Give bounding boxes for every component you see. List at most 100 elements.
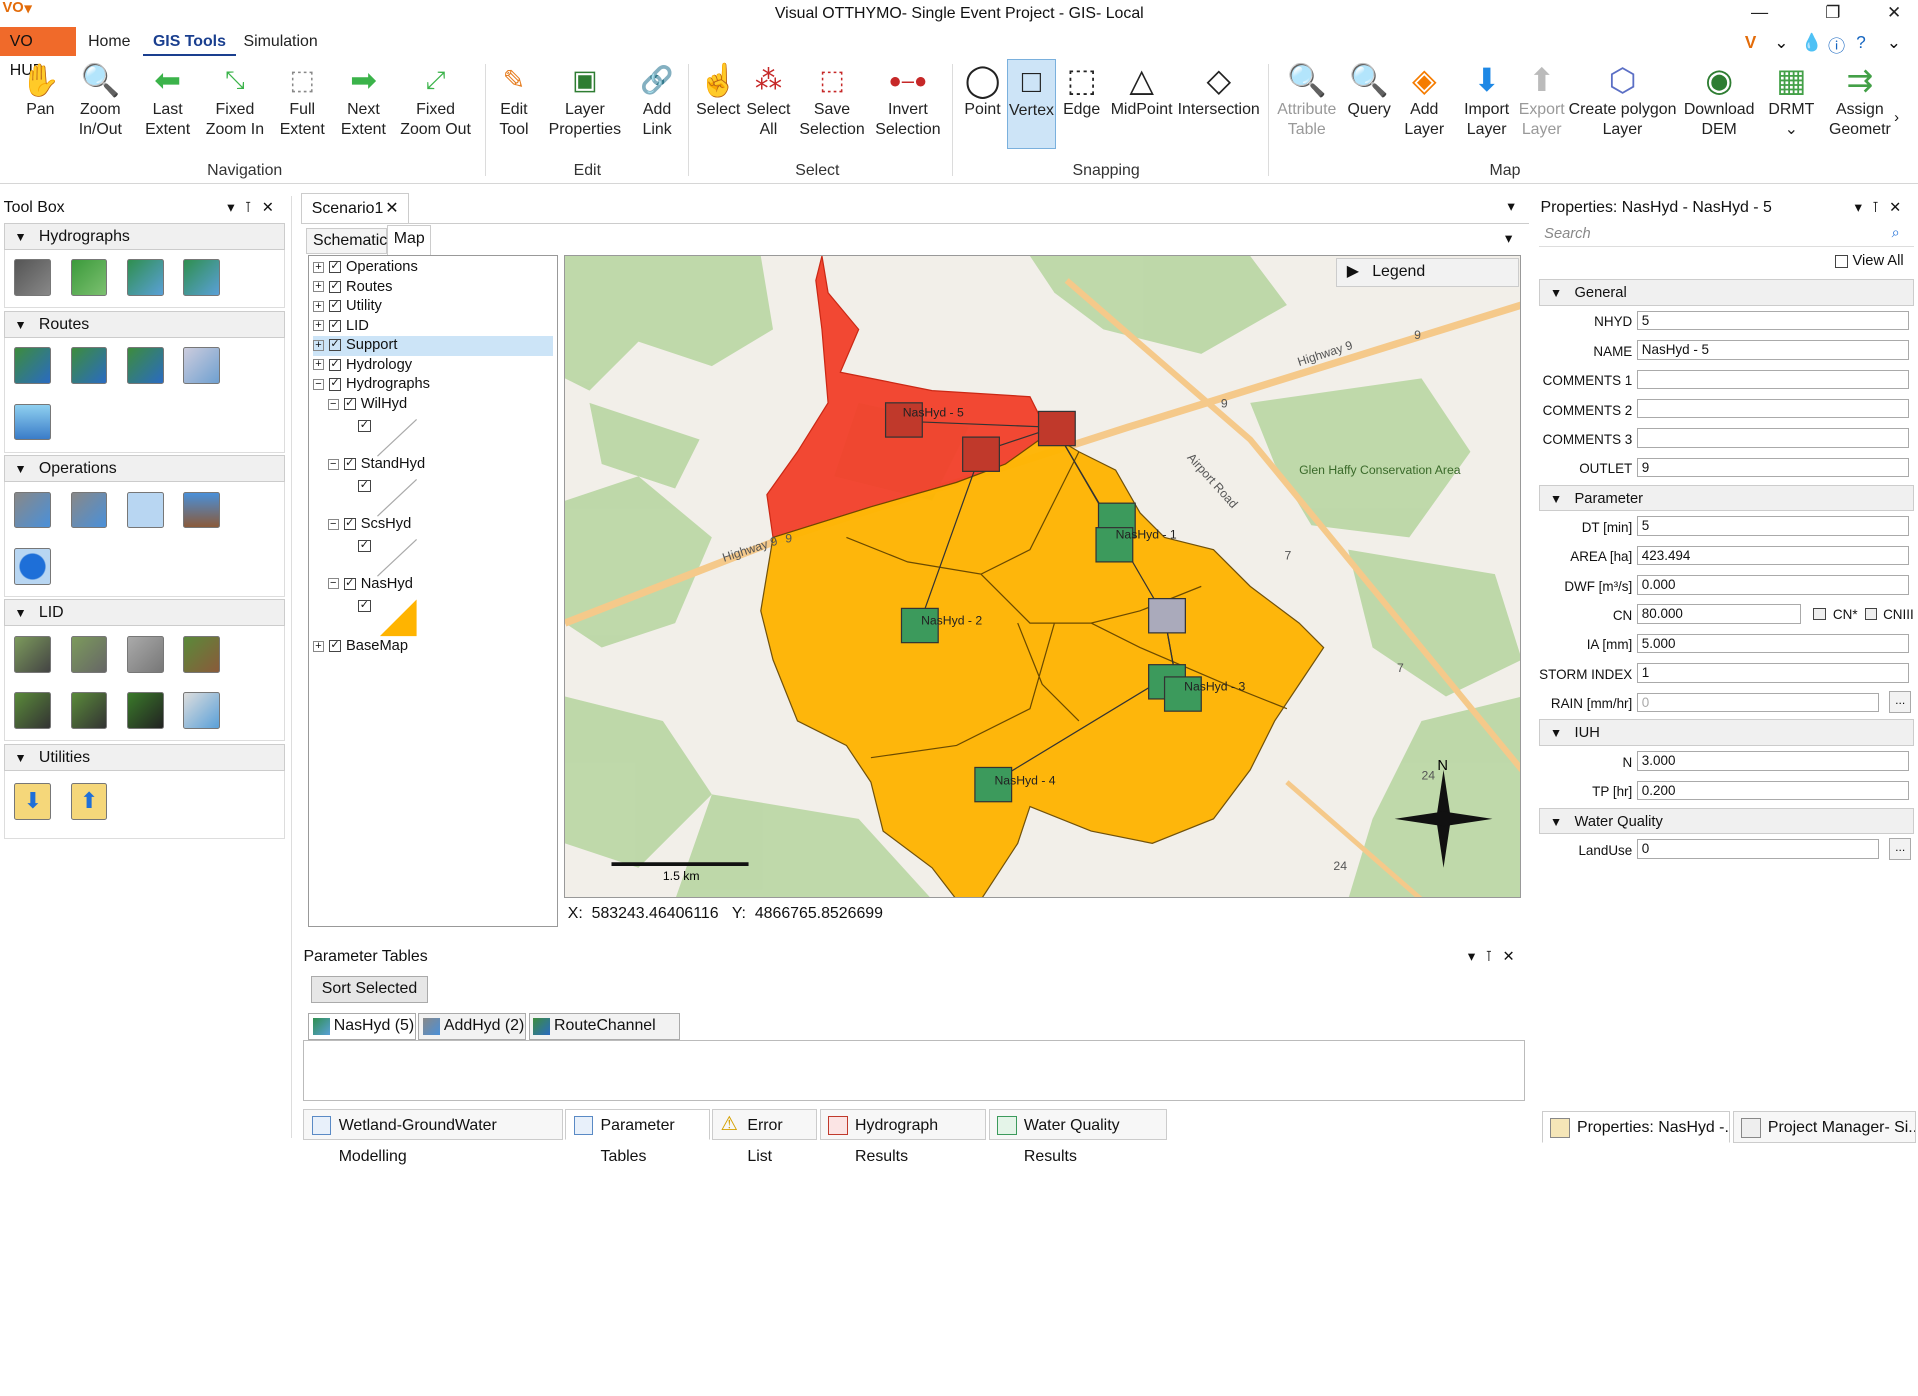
tree-item-hydrographs[interactable]: − ✓ Hydrographs [313, 375, 430, 395]
map-options-icon[interactable]: ▾ [1505, 230, 1512, 247]
collapse-icon[interactable]: − [327, 398, 339, 410]
expand-icon[interactable]: + [313, 640, 324, 652]
next-extent-button[interactable]: ➡ Next Extent [335, 59, 391, 150]
map-canvas[interactable]: NasHyd - 5 NasHyd - 1 NasHyd - 2 NasHyd … [565, 255, 1521, 899]
snap-midpoint-button[interactable]: △ MidPoint [1106, 59, 1177, 150]
expand-icon[interactable]: + [313, 261, 324, 273]
snap-point-button[interactable]: ◯ Point [959, 59, 1005, 150]
storm-index-field[interactable]: 1 [1637, 663, 1909, 683]
tree-item-utility[interactable]: + ✓ Utility [313, 297, 382, 317]
snap-vertex-button[interactable]: □ Vertex [1007, 58, 1056, 150]
outlet-field[interactable]: 9 [1637, 457, 1909, 478]
toolbox-section-hydrographs[interactable]: Hydrographs [3, 222, 286, 251]
select-button[interactable]: ☝ Select [693, 59, 744, 150]
tab-schematic[interactable]: Schematic [305, 227, 387, 255]
tp-field[interactable]: 0.200 [1637, 780, 1909, 801]
layer-checkbox[interactable]: ✓ [343, 457, 356, 471]
tab-nashyd[interactable]: NasHyd (5) [308, 1013, 416, 1041]
route-reservoir-icon[interactable] [14, 403, 52, 441]
last-extent-button[interactable]: ⬅ Last Extent [137, 59, 198, 150]
menu-simulation[interactable]: Simulation [234, 27, 328, 56]
tab-project-manager[interactable]: Project Manager- Si... [1732, 1111, 1917, 1143]
expand-icon[interactable]: + [313, 320, 324, 332]
invert-selection-button[interactable]: ●–● Invert Selection [871, 59, 944, 150]
tree-item-nashyd[interactable]: − ✓ NasHyd [327, 575, 413, 595]
layer-checkbox[interactable]: ✓ [358, 539, 371, 553]
minimize-icon[interactable]: — [1747, 2, 1771, 24]
splitter[interactable] [291, 195, 293, 1138]
layer-checkbox[interactable]: ✓ [328, 260, 342, 274]
property-search-input[interactable]: Search [1539, 223, 1914, 248]
add-link-button[interactable]: 🔗 Add Link [631, 59, 682, 150]
diversion-icon[interactable] [70, 491, 108, 529]
lid-sw-icon[interactable] [127, 692, 164, 730]
add-hydrograph-node-icon[interactable] [1148, 597, 1187, 633]
toolbox-section-lid[interactable]: LID [3, 599, 286, 627]
layer-checkbox[interactable]: ✓ [358, 419, 371, 433]
cniii-checkbox[interactable] [1864, 608, 1877, 621]
menu-home[interactable]: Home [78, 27, 140, 56]
landuse-field[interactable]: 0 [1637, 839, 1880, 859]
save-selection-button[interactable]: ⬚ Save Selection [798, 59, 867, 150]
section-water-quality[interactable]: Water Quality [1539, 807, 1914, 835]
nhyd-field[interactable]: 5 [1637, 310, 1909, 331]
fixed-zoom-in-button[interactable]: ⤡ Fixed Zoom In [201, 59, 270, 150]
cn-star-checkbox[interactable] [1813, 608, 1826, 621]
snap-intersection-button[interactable]: ◇ Intersection [1177, 59, 1260, 150]
ribbon-scroll-right-icon[interactable]: › [1894, 110, 1899, 126]
search-icon[interactable]: ⌕ [1892, 225, 1900, 241]
tab-properties[interactable]: Properties: NasHyd -... [1541, 1111, 1731, 1143]
expand-icon[interactable]: + [313, 281, 324, 293]
tab-wetland-groundwater[interactable]: Wetland-GroundWater Modelling [303, 1108, 563, 1165]
lid-rg-icon[interactable] [183, 636, 220, 673]
lid-pp-icon[interactable] [127, 636, 164, 673]
info-icon[interactable]: ⓘ [1828, 32, 1845, 57]
layer-properties-button[interactable]: ▣ Layer Properties [541, 59, 629, 150]
full-extent-button[interactable]: ⬚ Full Extent [274, 59, 330, 150]
lid-fl-icon[interactable] [183, 692, 220, 730]
toolbox-section-operations[interactable]: Operations [3, 455, 286, 483]
add-hydrograph-node-icon[interactable] [1037, 410, 1076, 446]
scshyd-tool-icon[interactable] [183, 259, 220, 297]
ribbon-collapse-icon[interactable]: ⌄ [1887, 32, 1901, 53]
lid-br-icon[interactable] [70, 692, 108, 730]
tab-water-quality-results[interactable]: Water Quality Results [988, 1108, 1168, 1165]
tree-item-hydrology[interactable]: + ✓ Hydrology [313, 356, 412, 376]
import-utility-icon[interactable]: ⬇ [14, 782, 52, 820]
collapse-icon[interactable]: − [327, 458, 339, 470]
route-channel-rc1-icon[interactable] [14, 347, 52, 385]
area-field[interactable]: 423.494 [1637, 545, 1909, 566]
layer-checkbox[interactable]: ✓ [343, 397, 356, 411]
comments-1-field[interactable] [1637, 369, 1909, 390]
import-layer-button[interactable]: ⬇ Import Layer [1460, 58, 1513, 150]
layer-checkbox[interactable]: ✓ [328, 339, 342, 352]
expand-icon[interactable]: + [313, 339, 324, 351]
dt-field[interactable]: 5 [1637, 516, 1909, 536]
query-button[interactable]: 🔍 Query [1344, 59, 1395, 150]
view-all-toggle[interactable]: View All [1835, 253, 1904, 269]
add-hydrograph-icon[interactable] [14, 491, 52, 529]
comments-2-field[interactable] [1637, 398, 1909, 419]
split-icon[interactable] [127, 491, 164, 529]
create-polygon-layer-button[interactable]: ⬡ Create polygon Layer [1569, 59, 1677, 150]
tab-map[interactable]: Map [386, 225, 431, 255]
legend-toggle[interactable]: ▶ Legend [1335, 257, 1520, 288]
pan-button[interactable]: ✋ Pan [15, 59, 66, 150]
toolbox-section-utilities[interactable]: Utilities [3, 743, 286, 772]
panel-controls[interactable]: ▾⊺✕ [1468, 945, 1525, 969]
tab-hydrograph-results[interactable]: Hydrograph Results [819, 1108, 987, 1165]
layer-checkbox[interactable]: ✓ [343, 577, 356, 591]
collapse-icon[interactable]: − [327, 578, 339, 590]
expand-icon[interactable]: + [313, 300, 324, 312]
rain-field[interactable]: 0 [1637, 692, 1880, 713]
close-icon[interactable]: ✕ [1882, 2, 1906, 24]
vo-brand-icon[interactable]: V [1745, 32, 1756, 53]
cn-field[interactable]: 80.000 [1637, 604, 1802, 624]
collapse-icon[interactable]: − [327, 518, 339, 530]
name-field[interactable]: NasHyd - 5 [1637, 340, 1909, 360]
route-channel-rc2-icon[interactable] [127, 347, 164, 385]
tree-item-scshyd[interactable]: − ✓ ScsHyd [327, 515, 411, 535]
select-all-button[interactable]: ⁂ Select All [744, 59, 793, 150]
add-layer-button[interactable]: ◈ Add Layer [1397, 59, 1451, 150]
layer-checkbox[interactable]: ✓ [328, 319, 342, 332]
